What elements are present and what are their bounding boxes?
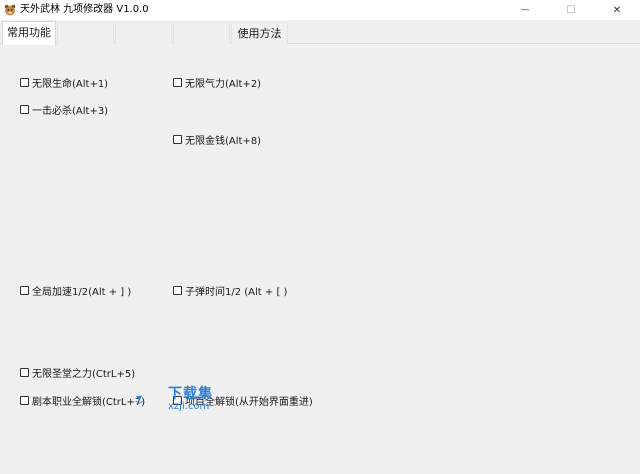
- checkbox-icon[interactable]: [173, 77, 182, 87]
- checkbox-unlock-classes[interactable]: 剧本职业全解锁(CtrL+7): [20, 393, 146, 408]
- checkbox-one-hit-kill[interactable]: 一击必杀(Alt+3): [20, 102, 109, 117]
- window-title: 天外武林 九项修改器 V1.0.0: [20, 4, 149, 15]
- minimize-icon: —: [520, 5, 530, 15]
- checkbox-label: 剧本职业全解锁(CtrL+7): [32, 396, 146, 408]
- checkbox-label: 子弹时间1/2 (Alt + [ ): [185, 286, 288, 298]
- checkbox-label: 无限圣堂之力(CtrL+5): [32, 368, 136, 380]
- checkbox-label: 全局加速1/2(Alt + ] ): [32, 286, 132, 298]
- tab-blank-2[interactable]: [115, 22, 172, 44]
- checkbox-icon[interactable]: [20, 285, 29, 295]
- checkbox-label: 无限生命(Alt+1): [32, 78, 109, 90]
- checkbox-bullet-time[interactable]: 子弹时间1/2 (Alt + [ ): [173, 283, 288, 298]
- checkbox-icon[interactable]: [20, 77, 29, 87]
- maximize-button[interactable]: ☐: [548, 0, 594, 20]
- watermark-cn-text: 下载集: [168, 386, 213, 402]
- close-icon: ✕: [612, 4, 622, 16]
- close-button[interactable]: ✕: [594, 0, 640, 20]
- minimize-button[interactable]: —: [502, 0, 548, 20]
- checkbox-label: 一击必杀(Alt+3): [32, 105, 109, 117]
- checkbox-icon[interactable]: [20, 367, 29, 377]
- maximize-icon: ☐: [566, 4, 576, 16]
- tab-bar: 常用功能 使用方法: [0, 20, 640, 45]
- checkbox-icon[interactable]: [173, 134, 182, 144]
- watermark-url-text: xzji.com: [168, 401, 210, 412]
- checkbox-label: 无限金钱(Alt+8): [185, 135, 262, 147]
- checkbox-icon[interactable]: [173, 285, 182, 295]
- tab-common-functions[interactable]: 常用功能: [2, 21, 56, 45]
- tab-blank-3[interactable]: [173, 22, 230, 44]
- checkbox-infinite-energy[interactable]: 无限气力(Alt+2): [173, 75, 262, 90]
- checkbox-label: 无限气力(Alt+2): [185, 78, 262, 90]
- checkbox-icon[interactable]: [20, 104, 29, 114]
- checkbox-infinite-money[interactable]: 无限金钱(Alt+8): [173, 132, 262, 147]
- tab-usage[interactable]: 使用方法: [231, 22, 288, 44]
- checkbox-icon[interactable]: [20, 395, 29, 405]
- watermark-logo-icon: [134, 395, 144, 405]
- title-bar: 天外武林 九项修改器 V1.0.0 — ☐ ✕: [0, 0, 640, 20]
- app-icon: [4, 4, 16, 16]
- tab-blank-1[interactable]: [57, 22, 114, 44]
- checkbox-infinite-holy[interactable]: 无限圣堂之力(CtrL+5): [20, 365, 136, 380]
- checkbox-global-speed[interactable]: 全局加速1/2(Alt + ] ): [20, 283, 132, 298]
- checkbox-infinite-life[interactable]: 无限生命(Alt+1): [20, 75, 109, 90]
